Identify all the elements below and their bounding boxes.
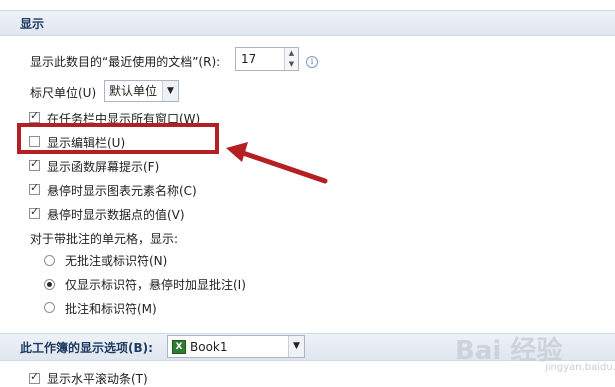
workbook-select[interactable]: X Book1 ▼ [167, 335, 305, 358]
workbook-select-value: Book1 [190, 340, 228, 354]
annotation-arrow-icon [226, 142, 328, 184]
radio-comments-and-indicators-label: 批注和标识符(M) [65, 302, 157, 316]
radio-no-comments-label: 无批注或标识符(N) [65, 254, 168, 268]
radio-no-comments[interactable] [44, 255, 55, 266]
ruler-unit-value: 默认单位 [109, 84, 158, 98]
checkbox-horizontal-scrollbar-label: 显示水平滚动条(T) [47, 372, 148, 386]
radio-comments-and-indicators[interactable] [44, 302, 55, 313]
checkbox-show-all-windows[interactable] [29, 109, 40, 123]
spin-up-icon[interactable]: ▲ [285, 48, 298, 59]
excel-workbook-icon: X [172, 340, 186, 354]
recent-docs-label: 显示此数目的“最近使用的文档”(R): [30, 55, 221, 69]
checkbox-chart-element-names[interactable] [29, 181, 40, 195]
checkbox-chart-element-names-label: 悬停时显示图表元素名称(C) [47, 184, 197, 198]
chevron-down-icon[interactable]: ▼ [162, 81, 178, 101]
checkbox-data-point-values-label: 悬停时显示数据点的值(V) [47, 208, 185, 222]
recent-docs-spinner[interactable]: 17 ▲ ▼ [235, 47, 299, 71]
radio-indicators-only[interactable] [44, 279, 55, 290]
section-header-display: 显示 [0, 10, 615, 36]
watermark-url: jingyan.baidu.com [545, 362, 615, 373]
info-icon: i [306, 56, 318, 68]
radio-indicators-only-label: 仅显示标识符，悬停时加显批注(I) [65, 278, 246, 292]
checkbox-function-tips[interactable] [29, 157, 40, 171]
spin-down-icon[interactable]: ▼ [285, 59, 298, 70]
checkbox-function-tips-label: 显示函数屏幕提示(F) [47, 160, 160, 174]
checkbox-horizontal-scrollbar[interactable] [29, 370, 40, 384]
comments-group-label: 对于带批注的单元格，显示: [30, 232, 179, 246]
chevron-down-icon[interactable]: ▼ [288, 336, 304, 357]
ruler-label: 标尺单位(U) [30, 86, 97, 100]
checkbox-data-point-values[interactable] [29, 205, 40, 219]
highlight-box [17, 123, 219, 154]
recent-docs-value: 17 [241, 52, 257, 66]
section-header-workbook-label: 此工作簿的显示选项(B): [20, 341, 153, 355]
ruler-unit-select[interactable]: 默认单位 ▼ [104, 80, 179, 102]
